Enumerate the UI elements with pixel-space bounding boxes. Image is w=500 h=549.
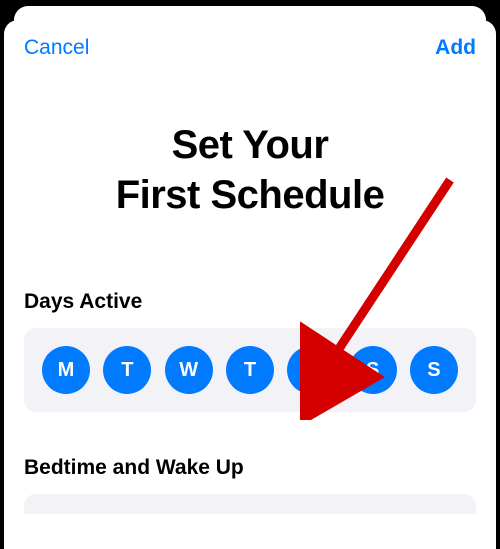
nav-bar: Cancel Add bbox=[4, 20, 496, 70]
add-button[interactable]: Add bbox=[435, 36, 476, 60]
cancel-button[interactable]: Cancel bbox=[24, 36, 89, 60]
title-line-2: First Schedule bbox=[116, 173, 385, 217]
bedtime-container bbox=[24, 494, 476, 514]
day-toggle-wed[interactable]: W bbox=[165, 346, 213, 394]
day-toggle-mon[interactable]: M bbox=[42, 346, 90, 394]
day-toggle-thu[interactable]: T bbox=[226, 346, 274, 394]
spacer bbox=[4, 412, 496, 456]
day-toggle-tue[interactable]: T bbox=[103, 346, 151, 394]
day-toggle-sun[interactable]: S bbox=[410, 346, 458, 394]
title-line-1: Set Your bbox=[172, 123, 329, 167]
bedtime-wakeup-header: Bedtime and Wake Up bbox=[24, 456, 476, 480]
day-toggle-sat[interactable]: S bbox=[349, 346, 397, 394]
days-active-section: Days Active M T W T F S S bbox=[4, 290, 496, 412]
modal-sheet: Cancel Add Set Your First Schedule Days … bbox=[4, 20, 496, 549]
days-active-header: Days Active bbox=[24, 290, 476, 314]
bedtime-section: Bedtime and Wake Up bbox=[4, 456, 496, 514]
day-toggle-fri[interactable]: F bbox=[287, 346, 335, 394]
title-area: Set Your First Schedule bbox=[4, 70, 496, 290]
days-container: M T W T F S S bbox=[24, 328, 476, 412]
page-title: Set Your First Schedule bbox=[34, 120, 466, 220]
